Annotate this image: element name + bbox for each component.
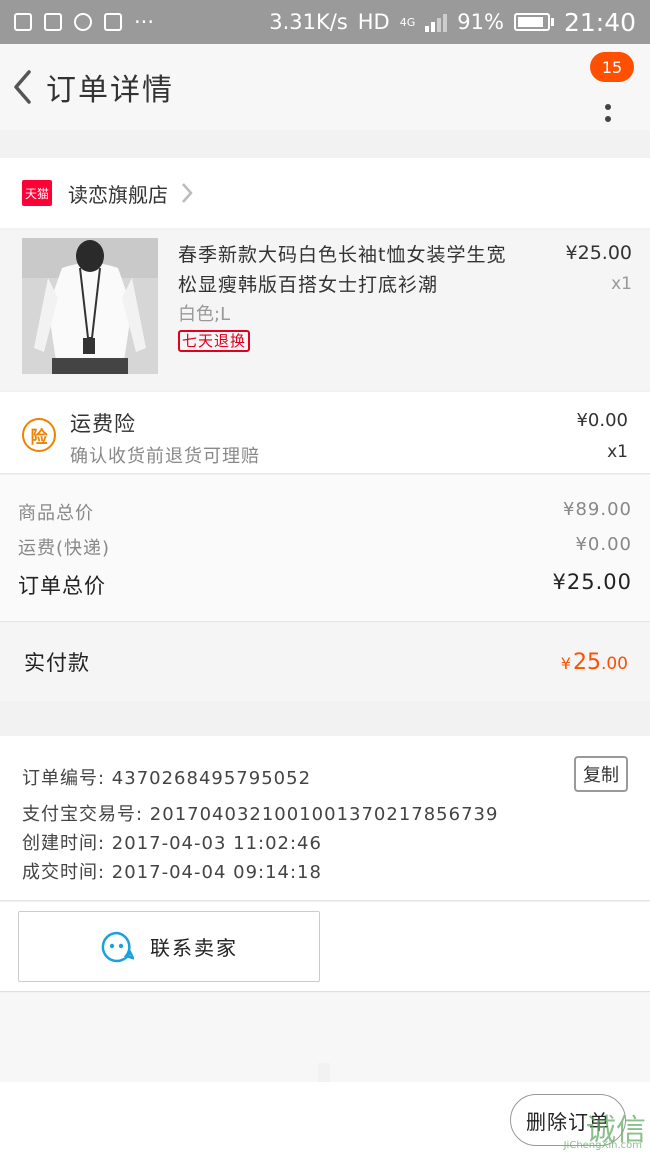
return-policy-tag: 七天退换 — [178, 330, 251, 352]
goods-total-row: 商品总价 ¥89.00 — [18, 499, 632, 525]
gallery-notification-icon — [14, 13, 32, 31]
goods-total-value: ¥89.00 — [563, 499, 632, 520]
paid-currency: ¥ — [560, 653, 571, 673]
completed-time: 成交时间: 2017-04-04 09:14:18 — [22, 862, 322, 883]
network-gen: 4G — [399, 15, 416, 29]
insurance-price: ¥0.00 — [576, 410, 628, 431]
battery-percent: 91% — [457, 10, 504, 34]
signal-icon — [425, 12, 448, 32]
page-title: 订单详情 — [46, 73, 174, 108]
created-time: 创建时间: 2017-04-03 11:02:46 — [22, 833, 322, 854]
product-price: ¥25.00 — [565, 242, 632, 264]
contact-seller-button[interactable]: 联系卖家 — [18, 911, 320, 982]
back-button[interactable] — [0, 44, 44, 130]
chat-bubble-icon — [101, 931, 134, 962]
shipping-row: 运费(快递) ¥0.00 — [18, 534, 632, 560]
site-watermark: 诚信 JiChengXin.com — [528, 1103, 646, 1151]
product-item[interactable]: 春季新款大码白色长袖t恤女装学生宽松显瘦韩版百搭女士打底衫潮 白色;L 七天退换… — [0, 230, 650, 390]
more-notifications-icon: ··· — [134, 10, 155, 34]
record-notification-icon — [74, 13, 92, 31]
chevron-right-icon — [182, 183, 193, 203]
order-total-row: 订单总价 ¥25.00 — [18, 570, 632, 600]
notification-badge: 15 — [590, 52, 634, 82]
product-title: 春季新款大码白色长袖t恤女装学生宽松显瘦韩版百搭女士打底衫潮 — [178, 244, 507, 296]
insurance-quantity: x1 — [607, 442, 628, 462]
image-notification-icon — [44, 13, 62, 31]
order-info: 订单编号: 4370268495795052 复制 支付宝交易号: 201704… — [0, 736, 650, 901]
network-speed: 3.31K/s — [269, 10, 348, 34]
divider-right — [330, 1063, 650, 1082]
shield-icon — [104, 13, 122, 31]
product-quantity: x1 — [611, 274, 632, 294]
product-image — [22, 238, 158, 374]
battery-icon — [513, 13, 554, 31]
goods-total-label: 商品总价 — [18, 503, 94, 524]
order-total-value: ¥25.00 — [552, 570, 632, 594]
divider-left — [0, 1063, 318, 1082]
paid-amount: ¥25.00 — [561, 650, 628, 675]
insurance-icon: 险 — [22, 418, 56, 452]
shop-row[interactable]: 天猫 读恋旗舰店 — [0, 158, 650, 228]
order-total-label: 订单总价 — [18, 574, 106, 598]
watermark-url: JiChengXin.com — [563, 1140, 642, 1151]
price-summary: 商品总价 ¥89.00 运费(快递) ¥0.00 订单总价 ¥25.00 — [0, 475, 650, 622]
more-dot-icon — [605, 116, 611, 122]
insurance-title: 运费险 — [70, 412, 136, 436]
blank-area — [0, 993, 650, 1063]
more-dot-icon — [605, 104, 611, 110]
product-sku: 白色;L — [178, 304, 231, 325]
order-number: 订单编号: 4370268495795052 — [22, 768, 312, 789]
network-hd: HD — [357, 10, 390, 34]
paid-amount-int: 25 — [572, 649, 601, 675]
tmall-logo: 天猫 — [22, 180, 52, 206]
status-bar: ··· 3.31K/s HD 4G 91% 21:40 — [0, 0, 650, 44]
paid-amount-row: 实付款 ¥25.00 — [0, 623, 650, 701]
status-icons-left: ··· — [14, 10, 154, 34]
contact-section: 联系卖家 — [0, 902, 650, 992]
back-arrow-icon — [14, 70, 31, 104]
contact-seller-label: 联系卖家 — [150, 936, 238, 960]
shipping-value: ¥0.00 — [575, 534, 632, 555]
paid-label: 实付款 — [24, 651, 90, 675]
copy-button[interactable]: 复制 — [574, 756, 628, 792]
shipping-label: 运费(快递) — [18, 538, 111, 559]
bottom-action-bar: 删除订单 诚信 JiChengXin.com — [0, 1082, 650, 1155]
insurance-subtitle: 确认收货前退货可理赔 — [70, 446, 260, 467]
shop-name: 读恋旗舰店 — [68, 182, 168, 207]
alipay-trade-number: 支付宝交易号: 2017040321001001370217856739 — [22, 804, 499, 825]
app-header: 订单详情 15 — [0, 44, 650, 130]
clock: 21:40 — [563, 7, 636, 37]
paid-amount-dec: .00 — [600, 653, 628, 674]
shipping-insurance-row: 险 运费险 确认收货前退货可理赔 ¥0.00 x1 — [0, 392, 650, 474]
